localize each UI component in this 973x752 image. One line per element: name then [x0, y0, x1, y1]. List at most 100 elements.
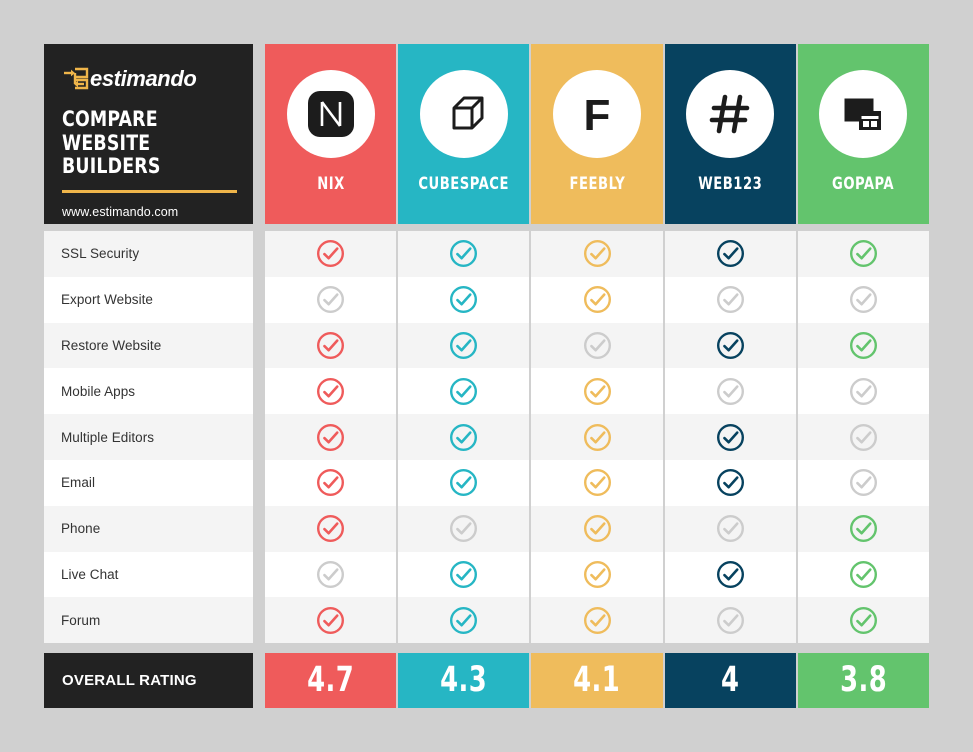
- vendor-logo-badge: [419, 70, 508, 158]
- rating-cell-feebly: 4.1: [531, 653, 663, 708]
- support-cell: [531, 368, 663, 415]
- vendor-header-nix[interactable]: NIX: [265, 44, 397, 224]
- brand-panel: estimando COMPARE WEBSITE BUILDERS www.e…: [44, 44, 253, 224]
- check-unsupported-icon: [317, 286, 345, 314]
- check-unsupported-icon: [716, 286, 744, 314]
- check-supported-icon: [849, 560, 877, 588]
- check-supported-icon: [317, 423, 345, 451]
- support-cell: [265, 322, 397, 369]
- check-supported-icon: [583, 606, 611, 634]
- vendor-name: GOPAPA: [832, 174, 895, 194]
- support-cell: [664, 368, 796, 415]
- check-supported-icon: [317, 331, 345, 359]
- vendor-logo-badge: F: [553, 70, 641, 158]
- gopapa-browser-windows-icon: [844, 98, 882, 130]
- vendor-header-gopapa[interactable]: GOPAPA: [797, 44, 930, 224]
- check-supported-icon: [450, 331, 478, 359]
- support-column-web123: [664, 231, 796, 644]
- support-cell: [797, 322, 930, 369]
- support-cell: [265, 597, 397, 644]
- vendor-name: FEEBLY: [569, 174, 625, 194]
- check-unsupported-icon: [849, 423, 877, 451]
- support-cell: [531, 551, 663, 598]
- brand-logo: estimando: [62, 64, 233, 94]
- rating-values: 4.7 4.3 4.1 4 3.8: [265, 653, 930, 708]
- check-unsupported-icon: [716, 515, 744, 543]
- feature-label-cell: Multiple Editors: [44, 414, 253, 460]
- title-divider: [62, 189, 237, 193]
- support-cell: [664, 414, 796, 460]
- feature-label-cell: SSL Security: [44, 231, 253, 277]
- support-cell: [797, 231, 930, 277]
- rating-cell-cubespace: 4.3: [398, 653, 530, 708]
- support-cell: [398, 459, 530, 506]
- feature-label: Multiple Editors: [61, 429, 155, 445]
- support-column-cubespace: [398, 231, 530, 644]
- check-supported-icon: [450, 240, 478, 268]
- support-cell: [265, 231, 397, 277]
- support-cell: [797, 551, 930, 598]
- vendor-logo-badge: [286, 70, 375, 158]
- rating-value: 4.1: [573, 660, 621, 700]
- check-supported-icon: [583, 286, 611, 314]
- check-supported-icon: [450, 377, 478, 405]
- feature-label-cell: Export Website: [44, 276, 253, 323]
- check-supported-icon: [583, 240, 611, 268]
- support-cell: [265, 551, 397, 598]
- estimando-bracket-arrow-logo-icon: [64, 67, 89, 90]
- rating-cell-gopapa: 3.8: [797, 653, 930, 708]
- check-supported-icon: [450, 606, 478, 634]
- support-column-gopapa: [797, 231, 930, 644]
- check-supported-icon: [716, 331, 744, 359]
- brand-wordmark: estimando: [90, 66, 197, 91]
- vendor-header-feebly[interactable]: F FEEBLY: [531, 44, 663, 224]
- cubespace-3d-cube-outline-icon: [452, 96, 484, 130]
- support-cell: [664, 505, 796, 552]
- support-cell: [265, 505, 397, 552]
- rating-value: 4.3: [440, 660, 488, 700]
- check-supported-icon: [317, 240, 345, 268]
- support-cell: [797, 505, 930, 552]
- support-cell: [398, 551, 530, 598]
- support-cell: [265, 276, 397, 323]
- vendor-name: WEB123: [698, 174, 763, 194]
- support-cell: [398, 414, 530, 460]
- support-cell: [664, 597, 796, 644]
- check-supported-icon: [450, 423, 478, 451]
- check-supported-icon: [317, 606, 345, 634]
- support-cell: [664, 276, 796, 323]
- feature-label: Export Website: [61, 292, 153, 308]
- support-cell: [398, 276, 530, 323]
- vendor-header-cubespace[interactable]: CUBESPACE: [398, 44, 530, 224]
- support-column-nix: [265, 231, 397, 644]
- check-supported-icon: [317, 469, 345, 497]
- vendor-name: CUBESPACE: [418, 174, 510, 194]
- check-unsupported-icon: [583, 331, 611, 359]
- support-cell: [664, 322, 796, 369]
- feature-label: Live Chat: [61, 566, 119, 582]
- support-cell: [398, 322, 530, 369]
- vendor-header-web123[interactable]: WEB123: [664, 44, 796, 224]
- vendor-name: NIX: [316, 174, 345, 194]
- check-supported-icon: [450, 560, 478, 588]
- check-unsupported-icon: [716, 606, 744, 634]
- support-matrix: [265, 231, 930, 644]
- support-cell: [797, 414, 930, 460]
- check-supported-icon: [583, 423, 611, 451]
- support-column-feebly: [531, 231, 663, 644]
- feature-label: Email: [61, 475, 96, 491]
- rating-value: 3.8: [839, 660, 887, 700]
- rating-value: 4: [721, 660, 740, 700]
- support-cell: [398, 368, 530, 415]
- rating-cell-nix: 4.7: [265, 653, 397, 708]
- check-supported-icon: [583, 560, 611, 588]
- support-cell: [531, 231, 663, 277]
- feature-label-cell: Mobile Apps: [44, 368, 253, 415]
- check-supported-icon: [583, 469, 611, 497]
- check-supported-icon: [849, 606, 877, 634]
- support-cell: [398, 505, 530, 552]
- overall-rating-row: OVERALL RATING 4.7 4.3 4.1 4 3.8: [44, 653, 930, 708]
- check-supported-icon: [849, 331, 877, 359]
- feature-label-cell: Email: [44, 459, 253, 506]
- support-cell: [531, 322, 663, 369]
